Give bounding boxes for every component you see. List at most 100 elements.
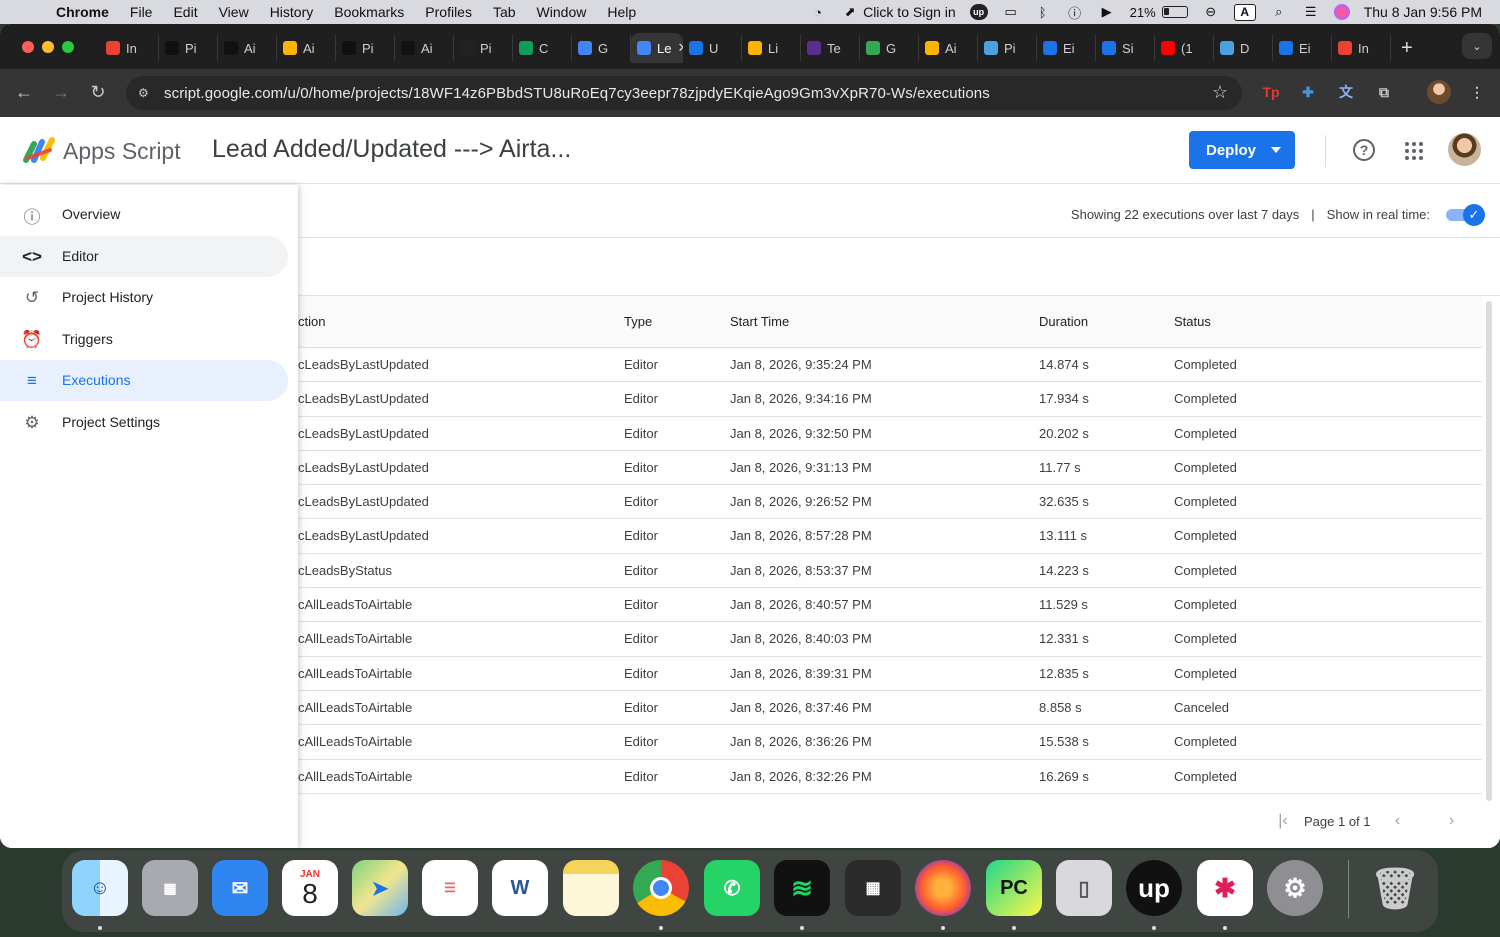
iphone-mirroring-icon[interactable]: ▯	[1056, 860, 1112, 916]
project-title[interactable]: Lead Added/Updated ---> Airta...	[212, 135, 571, 164]
realtime-toggle[interactable]: ✓	[1446, 204, 1485, 226]
maps-icon[interactable]: ➤	[352, 860, 408, 916]
reload-icon[interactable]: ↻	[86, 82, 110, 103]
browser-tab[interactable]: C	[513, 35, 572, 61]
column-header-function[interactable]: ction	[298, 314, 325, 329]
column-header-type[interactable]: Type	[624, 314, 652, 329]
browser-tab[interactable]: Pi	[336, 35, 395, 61]
notes-icon[interactable]	[563, 860, 619, 916]
menu-tab[interactable]: Tab	[493, 4, 516, 20]
browser-tab[interactable]: Pi	[159, 35, 218, 61]
accessibility-icon[interactable]: ⓘ	[1066, 3, 1084, 21]
table-row[interactable]: cLeadsByLastUpdated Editor Jan 8, 2026, 9:…	[298, 485, 1482, 520]
tab-active[interactable]: Le ✕	[631, 33, 683, 63]
browser-tab[interactable]: Ei	[1037, 35, 1096, 61]
chrome-icon[interactable]	[633, 860, 689, 916]
browser-tab[interactable]: Te	[801, 35, 860, 61]
browser-tab[interactable]: Si	[1096, 35, 1155, 61]
bluetooth-icon[interactable]: ᛒ	[1034, 3, 1052, 21]
next-page-icon[interactable]: ›	[1439, 812, 1465, 830]
apps-script-logo-icon[interactable]	[22, 136, 58, 164]
calendar-icon[interactable]: JAN 8	[282, 860, 338, 916]
word-icon[interactable]: W	[492, 860, 548, 916]
display-status-icon[interactable]: ▭	[1002, 3, 1020, 21]
table-row[interactable]: cAllLeadsToAirtable Editor Jan 8, 2026, 8:…	[298, 691, 1482, 726]
forward-arrow-icon[interactable]: →	[49, 82, 73, 103]
calculator-icon[interactable]: ▦	[845, 860, 901, 916]
browser-tab[interactable]: G	[572, 35, 631, 61]
table-row[interactable]: cLeadsByLastUpdated Editor Jan 8, 2026, 8:…	[298, 519, 1482, 554]
menu-file[interactable]: File	[130, 4, 153, 20]
browser-tab[interactable]: Ai	[277, 35, 336, 61]
bookmark-star-icon[interactable]: ☆	[1212, 82, 1228, 103]
browser-tab[interactable]: Ei	[1273, 35, 1332, 61]
menu-profiles[interactable]: Profiles	[425, 4, 472, 20]
clock-status-icon[interactable]: ◔	[809, 3, 827, 21]
browser-tab[interactable]: Pi	[454, 35, 513, 61]
browser-tab[interactable]: D	[1214, 35, 1273, 61]
browser-tab[interactable]: (1	[1155, 35, 1214, 61]
back-arrow-icon[interactable]: ←	[12, 82, 36, 103]
sidebar-item-project-history[interactable]: ↺ Project History	[0, 277, 288, 318]
control-center-icon[interactable]: ☰	[1302, 3, 1320, 21]
browser-tab[interactable]: In	[100, 35, 159, 61]
minimize-window-button[interactable]	[42, 41, 54, 53]
browser-tab[interactable]: In	[1332, 35, 1391, 61]
media-play-icon[interactable]: ▶	[1098, 3, 1116, 21]
table-row[interactable]: cLeadsByLastUpdated Editor Jan 8, 2026, 9:…	[298, 348, 1482, 383]
extensions-icon[interactable]: ⧉	[1372, 80, 1396, 104]
upwork-status-icon[interactable]: up	[969, 4, 988, 20]
site-info-icon[interactable]: ⚙	[138, 86, 154, 100]
close-window-button[interactable]	[22, 41, 34, 53]
google-apps-icon[interactable]	[1405, 142, 1423, 160]
table-row[interactable]: cAllLeadsToAirtable Editor Jan 8, 2026, 8:…	[298, 725, 1482, 760]
system-settings-icon[interactable]: ⚙	[1267, 860, 1323, 916]
table-scrollbar[interactable]	[1486, 301, 1492, 801]
trash-icon[interactable]: 🗑	[1367, 860, 1423, 916]
column-header-start-time[interactable]: Start Time	[730, 314, 789, 329]
launchpad-icon[interactable]: ▦	[142, 860, 198, 916]
address-url[interactable]: script.google.com/u/0/home/projects/18WF…	[164, 85, 990, 102]
whatsapp-icon[interactable]: ✆	[704, 860, 760, 916]
menu-app-name[interactable]: Chrome	[56, 4, 109, 20]
menu-view[interactable]: View	[219, 4, 249, 20]
mail-icon[interactable]: ✉	[212, 860, 268, 916]
menu-bookmarks[interactable]: Bookmarks	[334, 4, 404, 20]
table-row[interactable]: cLeadsByLastUpdated Editor Jan 8, 2026, 9:…	[298, 417, 1482, 451]
tab-search-button[interactable]: ⌄	[1462, 33, 1492, 59]
table-row[interactable]: cAllLeadsToAirtable Editor Jan 8, 2026, 8:…	[298, 760, 1482, 794]
firefox-icon[interactable]	[915, 860, 971, 916]
sidebar-item-executions[interactable]: ≡ Executions	[0, 360, 288, 401]
zoom-window-button[interactable]	[62, 41, 74, 53]
sidebar-item-editor[interactable]: <> Editor	[0, 236, 288, 277]
table-row[interactable]: cLeadsByLastUpdated Editor Jan 8, 2026, 9:…	[298, 451, 1482, 486]
profile-avatar-icon[interactable]	[1427, 80, 1451, 104]
previous-page-icon[interactable]: ‹	[1385, 812, 1411, 830]
sign-in-status-icon[interactable]: ⬈	[841, 3, 859, 21]
first-page-icon[interactable]: |‹	[1270, 812, 1296, 830]
google-translate-icon[interactable]: 文	[1334, 80, 1358, 104]
sidebar-item-triggers[interactable]: ⏰ Triggers	[0, 319, 288, 360]
table-row[interactable]: cLeadsByLastUpdated Editor Jan 8, 2026, 9:…	[298, 382, 1482, 417]
pycharm-icon[interactable]: PC	[986, 860, 1042, 916]
browser-tab[interactable]: Ai	[919, 35, 978, 61]
table-row[interactable]: cAllLeadsToAirtable Editor Jan 8, 2026, 8:…	[298, 657, 1482, 691]
product-name[interactable]: Apps Script	[63, 138, 181, 165]
deploy-button[interactable]: Deploy	[1189, 131, 1295, 169]
new-tab-button[interactable]: +	[1401, 37, 1413, 60]
account-avatar[interactable]	[1448, 133, 1481, 166]
reminders-icon[interactable]: ☰	[422, 860, 478, 916]
extension-puzzle-blue-icon[interactable]: ✚	[1296, 80, 1320, 104]
siri-icon[interactable]	[1333, 4, 1350, 20]
column-header-duration[interactable]: Duration	[1039, 314, 1088, 329]
browser-tab[interactable]: Ai	[218, 35, 277, 61]
table-row[interactable]: cLeadsByStatus Editor Jan 8, 2026, 8:53:37…	[298, 554, 1482, 589]
table-row[interactable]: cAllLeadsToAirtable Editor Jan 8, 2026, 8:…	[298, 622, 1482, 657]
battery-icon[interactable]	[1161, 6, 1188, 18]
link-status-icon[interactable]: ⊖	[1202, 3, 1220, 21]
browser-tab[interactable]: U	[683, 35, 742, 61]
chrome-menu-icon[interactable]: ⋮	[1465, 80, 1489, 104]
slack-icon[interactable]: ✱	[1197, 860, 1253, 916]
menu-history[interactable]: History	[270, 4, 314, 20]
spotify-icon[interactable]: ≋	[774, 860, 830, 916]
